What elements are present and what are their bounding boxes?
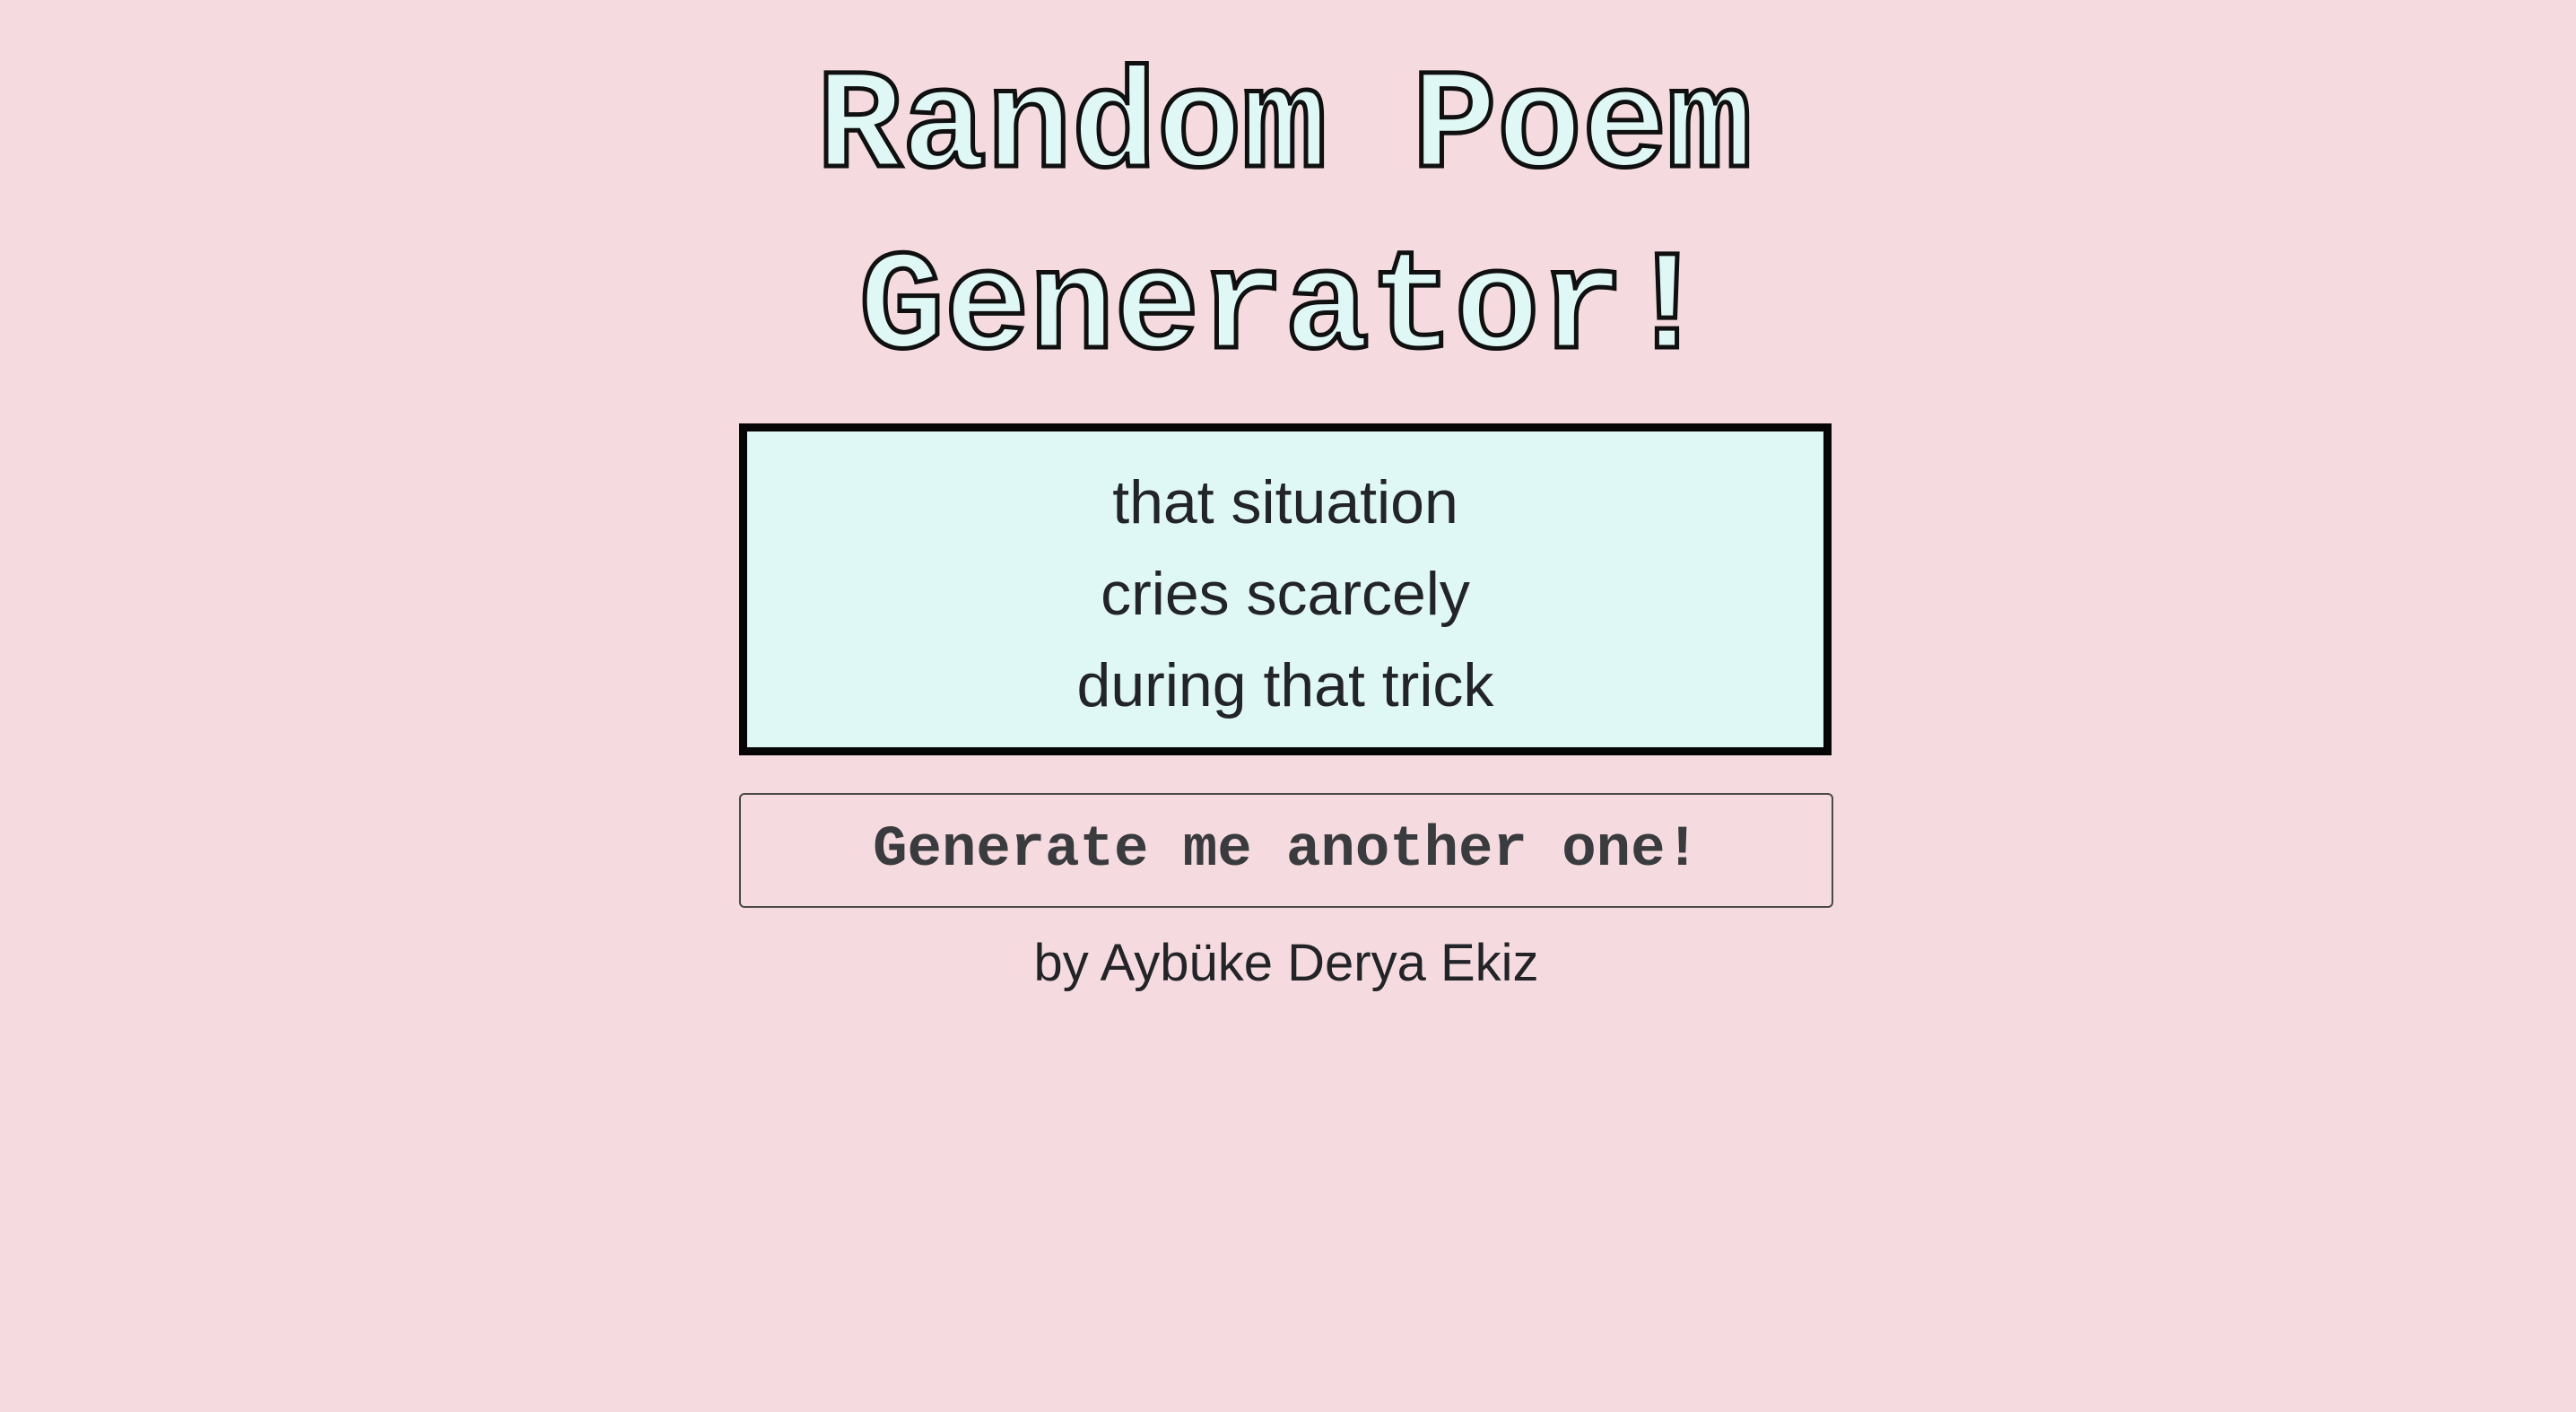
page-title-line-2: Generator!	[857, 228, 1711, 393]
poem-line: during that trick	[1076, 651, 1494, 719]
author-credit: by Aybüke Derya Ekiz	[1033, 934, 1539, 992]
poem-display: that situation cries scarcely during tha…	[739, 423, 1832, 755]
page-title-line-1: Random Poem	[814, 47, 1754, 212]
poem-generator-app: Random Poem Generator! that situation cr…	[0, 0, 2576, 1412]
poem-line: cries scarcely	[1101, 560, 1470, 628]
generate-poem-button[interactable]: Generate me another one!	[739, 793, 1833, 908]
poem-line: that situation	[1112, 468, 1458, 536]
